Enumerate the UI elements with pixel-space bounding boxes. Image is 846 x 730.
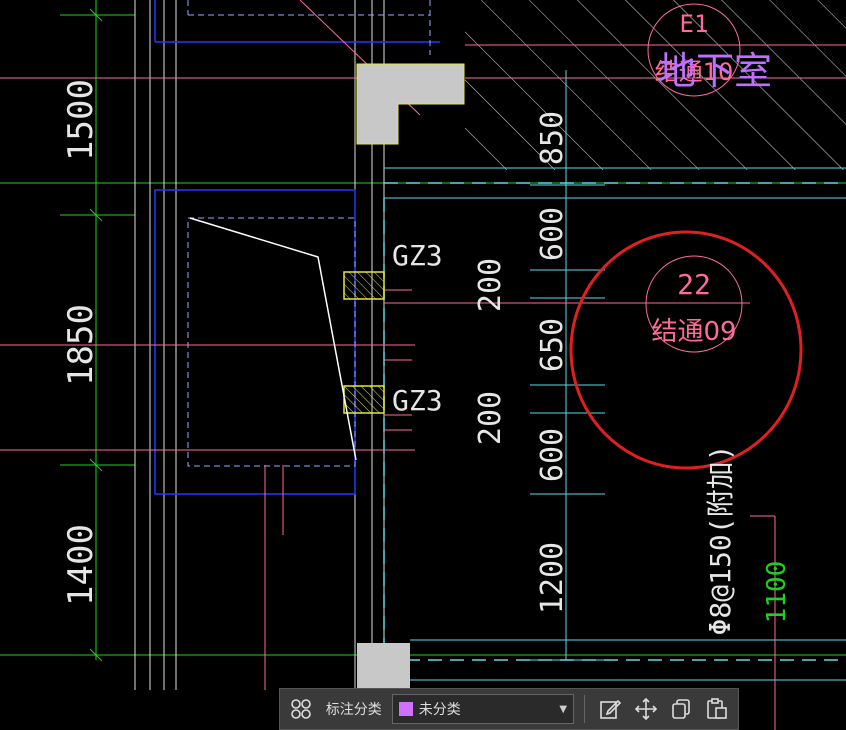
gz3-label-2: GZ3 — [392, 384, 443, 417]
dim-right-3: 650 — [535, 318, 570, 372]
gz3-column-2 — [343, 385, 385, 414]
room-label: 地下室 — [658, 49, 772, 93]
dim-left-1: 1500 — [61, 79, 101, 161]
dim-left-3: 1400 — [61, 524, 101, 606]
dim-right-2: 600 — [535, 207, 570, 261]
rebar-label: Φ8@150(附加) — [704, 445, 737, 636]
move-icon[interactable] — [631, 694, 661, 724]
toolbar-divider — [584, 695, 586, 723]
annotation-toolbar: 标注分类 未分类 ▼ — [279, 688, 739, 730]
sketch-line — [189, 217, 357, 461]
four-squares-icon[interactable] — [286, 694, 316, 724]
dim-right-1: 850 — [535, 111, 570, 165]
cad-drawing-canvas[interactable]: E1 结通10 地下室 22 结通09 1500 1850 1400 GZ3 G… — [0, 0, 846, 730]
dim-left-2: 1850 — [61, 304, 101, 386]
wall-block-bottom — [357, 643, 410, 693]
annotation-category-label: 标注分类 — [325, 702, 382, 718]
top-bubble-top-text: E1 — [680, 10, 709, 38]
dim-green: 1100 — [762, 561, 792, 624]
gz3-label-1: GZ3 — [392, 239, 443, 272]
dim-mid-1: 200 — [473, 258, 508, 312]
dim-right-4: 600 — [535, 428, 570, 482]
category-color-swatch — [398, 702, 413, 716]
dim-right-5: 1200 — [535, 542, 570, 614]
dim-mid-2: 200 — [473, 391, 508, 445]
callout-bubble-bottom-text: 结通09 — [651, 317, 736, 347]
gz3-column-1 — [343, 271, 385, 300]
callout-bubble-top-text: 22 — [677, 268, 711, 301]
copy-icon[interactable] — [667, 694, 697, 724]
wall-block-top — [356, 63, 465, 145]
paste-icon[interactable] — [702, 694, 732, 724]
category-select-value: 未分类 — [418, 702, 461, 718]
category-select[interactable]: 未分类 ▼ — [391, 694, 575, 724]
chevron-down-icon: ▼ — [559, 703, 568, 715]
edit-icon[interactable] — [595, 694, 625, 724]
